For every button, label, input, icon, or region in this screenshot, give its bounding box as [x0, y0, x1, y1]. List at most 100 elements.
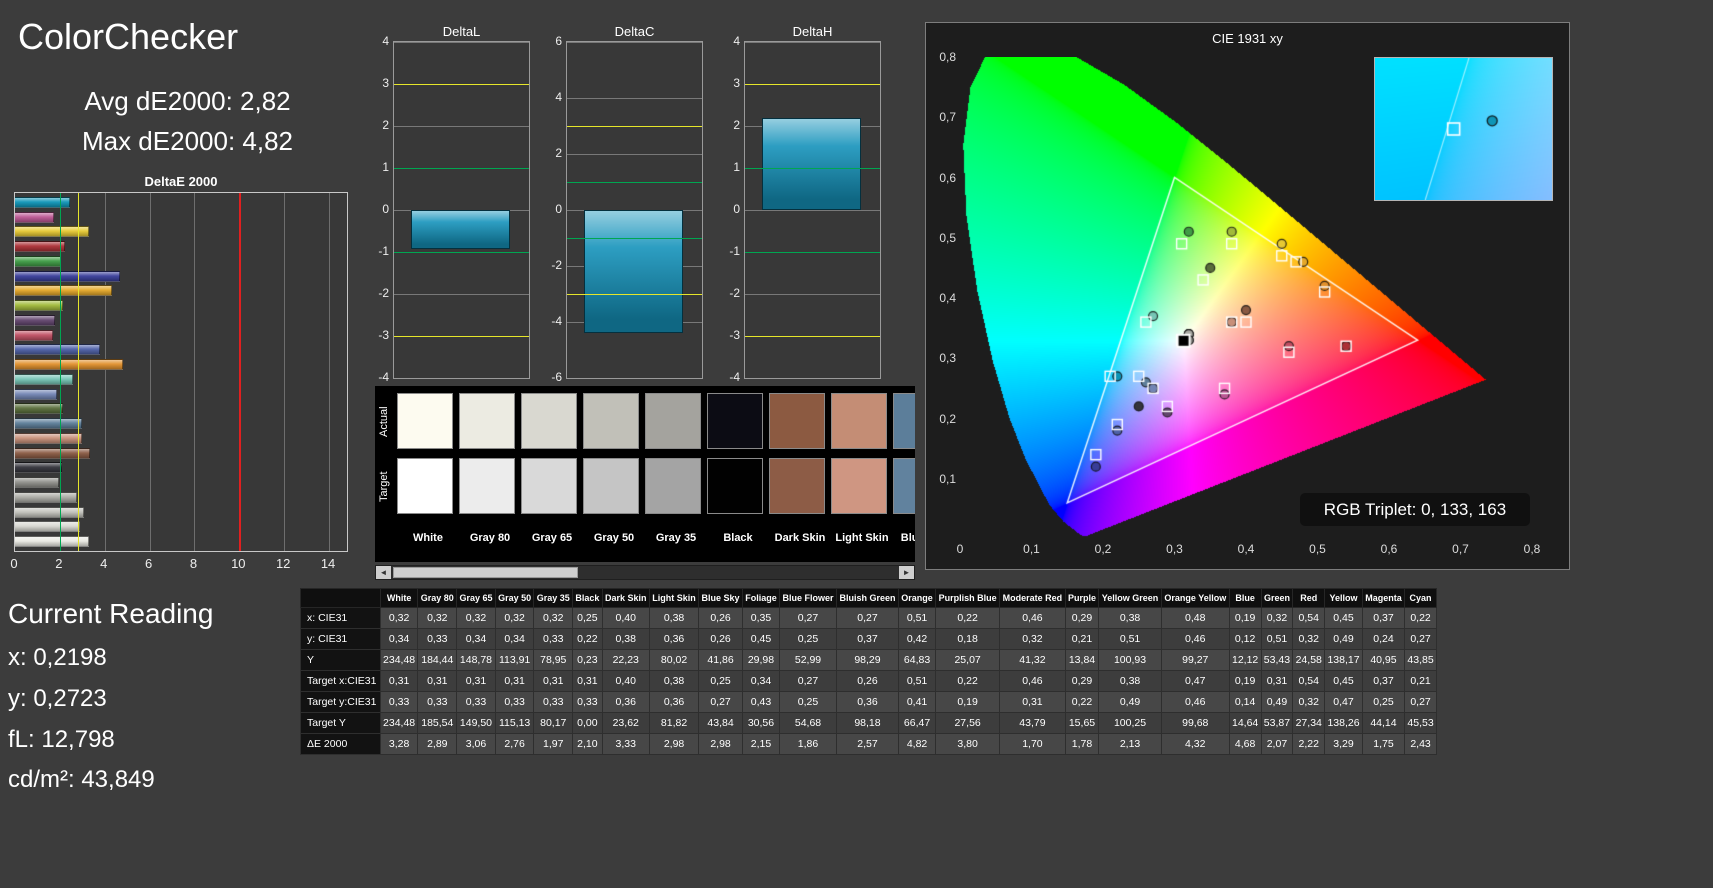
y-tick-label: -4 — [729, 370, 740, 384]
value-cell: 100,25 — [1098, 712, 1162, 734]
scrollbar-thumb[interactable] — [393, 567, 578, 578]
current-reading-y: y: 0,2723 — [8, 685, 107, 712]
value-cell: 0,34 — [456, 628, 496, 650]
value-cell: 0,24 — [1361, 628, 1406, 650]
value-cell: 0,49 — [1324, 628, 1363, 650]
horizontal-scrollbar[interactable]: ◄ ► — [375, 565, 915, 580]
value-cell: 0,26 — [698, 607, 743, 629]
patch-swatch-actual — [893, 393, 915, 449]
scroll-left-button[interactable]: ◄ — [376, 566, 391, 579]
patch-name: Gray 65 — [531, 532, 573, 544]
value-cell: 0,21 — [1064, 628, 1100, 650]
value-cell: 3,28 — [379, 733, 419, 755]
gridline — [104, 193, 106, 551]
x-tick-label: 6 — [144, 556, 153, 571]
deltae-bar-foliage — [15, 403, 64, 415]
value-cell: 0,14 — [1228, 691, 1262, 713]
yellow-reference-line — [78, 193, 80, 551]
gridline — [567, 42, 702, 43]
value-cell: 0,37 — [835, 628, 899, 650]
value-cell: 3,06 — [456, 733, 496, 755]
gridline — [394, 378, 529, 379]
red-reference-line — [239, 193, 242, 551]
value-cell: 0,21 — [1404, 670, 1437, 692]
cie-inset-canvas — [1374, 57, 1553, 201]
actual-patch-row — [397, 393, 915, 451]
value-cell: 0,41 — [897, 691, 937, 713]
value-cell: 4,68 — [1228, 733, 1262, 755]
value-cell: 0,22 — [935, 607, 1001, 629]
value-cell: 0,31 — [999, 691, 1066, 713]
max-de2000-readout: Max dE2000: 4,82 — [81, 126, 294, 156]
value-cell: 22,23 — [601, 649, 650, 671]
scroll-right-button[interactable]: ► — [899, 566, 914, 579]
y-tick-label: 1 — [382, 160, 389, 174]
value-cell: 0,45 — [741, 628, 781, 650]
column-header: Gray 50 — [494, 588, 535, 608]
table-row: Target x:CIE31 0,31 0,31 0,31 0,31 0,31 0,31 0,… — [300, 670, 1437, 692]
value-cell: 2,57 — [835, 733, 899, 755]
value-cell: 98,18 — [835, 712, 899, 734]
deltae-bar-magenta — [15, 211, 55, 223]
value-cell: 0,37 — [1361, 670, 1406, 692]
column-header: Green — [1260, 588, 1294, 608]
value-cell: 1,75 — [1361, 733, 1406, 755]
deltae-bar-gray-65 — [15, 506, 84, 518]
value-cell: 2,43 — [1404, 733, 1437, 755]
value-cell: 2,07 — [1260, 733, 1294, 755]
value-cell: 0,25 — [779, 628, 837, 650]
deltae-bar-blue-sky — [15, 418, 82, 430]
value-cell: 0,12 — [1228, 628, 1262, 650]
measurement-table: White Gray 80 Gray 65 Gray 50 Gray 35 Black Da… — [300, 588, 1437, 755]
value-cell: 53,87 — [1260, 712, 1294, 734]
deltae-bar-moderate-red — [15, 329, 54, 341]
value-cell: 0,45 — [1324, 670, 1363, 692]
patch-swatch-target — [645, 458, 701, 514]
deltac-bar — [584, 210, 683, 334]
yellow-threshold-line — [745, 336, 880, 337]
value-cell: 2,98 — [698, 733, 743, 755]
value-cell: 0,33 — [379, 691, 419, 713]
y-tick-label: 3 — [733, 76, 740, 90]
value-cell: 0,29 — [1064, 670, 1100, 692]
value-cell: 0,40 — [601, 670, 650, 692]
scrollbar-track[interactable] — [391, 566, 899, 579]
value-cell: 184,44 — [417, 649, 458, 671]
cie-x-tick-label: 0,7 — [1452, 542, 1469, 556]
cie-x-tick-label: 0,2 — [1094, 542, 1112, 556]
value-cell: 64,83 — [897, 649, 937, 671]
value-cell: 15,65 — [1064, 712, 1100, 734]
value-cell: 14,64 — [1228, 712, 1262, 734]
table-row: ΔE 2000 3,28 2,89 3,06 2,76 1,97 2,10 3,33 2,98 2… — [300, 733, 1437, 755]
deltal-bar — [411, 210, 510, 250]
y-tick-label: 4 — [382, 34, 389, 48]
x-tick-label: 0 — [10, 556, 18, 571]
deltae-bar-gray-35 — [15, 477, 60, 489]
deltae-bar-cyan — [15, 197, 70, 208]
value-cell: 0,32 — [533, 607, 574, 629]
y-tick-label: -1 — [729, 244, 740, 258]
value-cell: 138,26 — [1324, 712, 1363, 734]
cie-y-tick-label: 0,8 — [939, 50, 956, 64]
patch-name: Gray 35 — [655, 532, 697, 544]
y-tick-label: 2 — [555, 146, 562, 160]
value-cell: 0,19 — [935, 691, 1001, 713]
value-cell: 0,38 — [1098, 670, 1162, 692]
value-cell: 0,31 — [456, 670, 496, 692]
target-row-label: Target — [378, 471, 390, 503]
deltah-plot-area — [744, 41, 881, 379]
value-cell: 0,25 — [779, 691, 837, 713]
value-cell: 0,31 — [572, 670, 603, 692]
deltae-bar-chart — [14, 192, 348, 552]
green-threshold-line — [567, 182, 702, 183]
table-row: Target y:CIE31 0,33 0,33 0,33 0,33 0,33 0,33 0,… — [300, 691, 1437, 713]
patch-swatch-actual — [521, 393, 577, 449]
value-cell: 0,46 — [999, 607, 1066, 629]
value-cell: 43,84 — [698, 712, 743, 734]
value-cell: 80,02 — [648, 649, 700, 671]
patch-swatch-actual — [769, 393, 825, 449]
value-cell: 0,36 — [648, 691, 700, 713]
value-cell: 0,36 — [601, 691, 650, 713]
green-threshold-line — [745, 168, 880, 169]
value-cell: 0,27 — [779, 607, 837, 629]
